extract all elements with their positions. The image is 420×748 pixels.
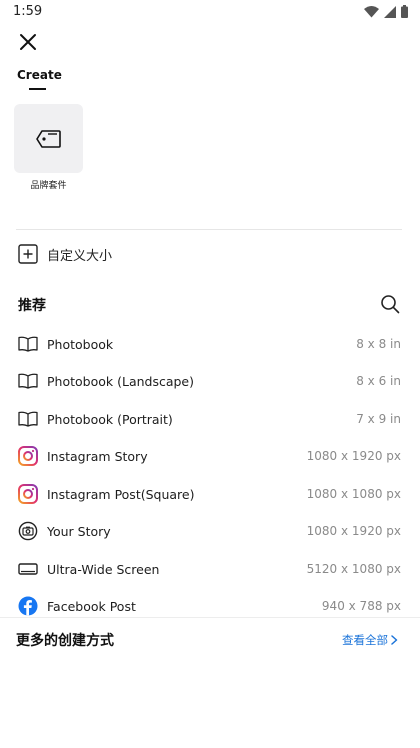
list-item-your-story[interactable]: Your Story 1080 x 1920 px: [0, 513, 420, 550]
item-name: Photobook (Portrait): [47, 412, 173, 427]
item-name: Facebook Post: [47, 599, 136, 614]
custom-size-label: 自定义大小: [47, 248, 113, 264]
list-item-instagram-post[interactable]: Instagram Post(Square) 1080 x 1080 px: [0, 476, 420, 513]
status-time: 1:59: [13, 4, 43, 19]
tab-underline: [29, 88, 46, 90]
close-icon: [20, 34, 36, 50]
divider: [16, 229, 402, 230]
price-tag-icon: [35, 129, 61, 148]
item-size: 8 x 6 in: [356, 374, 401, 388]
book-icon: [18, 334, 38, 354]
signal-icon: [384, 5, 396, 18]
item-name: Photobook: [47, 337, 114, 352]
item-name: Photobook (Landscape): [47, 374, 195, 389]
search-icon: [381, 295, 400, 314]
view-all-label: 查看全部: [342, 633, 388, 647]
instagram-icon: [18, 446, 38, 466]
item-size: 8 x 8 in: [356, 337, 401, 351]
recommended-list[interactable]: Photobook 8 x 8 in Photobook (Landscape)…: [0, 325, 420, 617]
item-name: Your Story: [47, 524, 111, 539]
more-ways-title: 更多的创建方式: [16, 633, 114, 649]
view-all-link[interactable]: 查看全部: [342, 632, 400, 648]
list-item-ultra-wide-screen[interactable]: Ultra-Wide Screen 5120 x 1080 px: [0, 551, 420, 588]
item-name: Instagram Story: [47, 449, 148, 464]
tab-create[interactable]: Create: [17, 68, 62, 82]
chevron-right-icon: [391, 635, 398, 645]
status-bar: 1:59: [0, 0, 420, 24]
list-item-photobook-landscape[interactable]: Photobook (Landscape) 8 x 6 in: [0, 363, 420, 400]
recommended-title: 推荐: [18, 298, 46, 314]
instagram-icon: [18, 484, 38, 504]
item-name: Instagram Post(Square): [47, 487, 195, 502]
book-icon: [18, 371, 38, 391]
item-size: 1080 x 1080 px: [306, 487, 401, 501]
wifi-icon: [364, 5, 379, 17]
brand-kit-card[interactable]: [14, 104, 83, 173]
item-size: 5120 x 1080 px: [306, 562, 401, 576]
list-item-instagram-story[interactable]: Instagram Story 1080 x 1920 px: [0, 438, 420, 475]
book-icon: [18, 409, 38, 429]
item-size: 1080 x 1920 px: [306, 449, 401, 463]
footer-divider: [0, 617, 420, 618]
list-item-photobook-portrait[interactable]: Photobook (Portrait) 7 x 9 in: [0, 401, 420, 438]
battery-icon: [401, 5, 408, 18]
add-box-icon: [18, 244, 38, 264]
custom-size-button[interactable]: 自定义大小: [18, 244, 112, 264]
list-item-photobook[interactable]: Photobook 8 x 8 in: [0, 326, 420, 363]
list-item-facebook-post[interactable]: Facebook Post 940 x 788 px: [0, 588, 420, 617]
search-button[interactable]: [380, 294, 400, 314]
monitor-icon: [18, 559, 38, 579]
facebook-icon: [18, 596, 38, 616]
item-size: 940 x 788 px: [321, 599, 401, 613]
camera-icon: [18, 521, 38, 541]
status-icons: [364, 5, 408, 18]
item-size: 1080 x 1920 px: [306, 524, 401, 538]
item-name: Ultra-Wide Screen: [47, 562, 160, 577]
item-size: 7 x 9 in: [356, 412, 401, 426]
brand-kit-label: 品牌套件: [30, 181, 67, 191]
close-button[interactable]: [16, 30, 40, 54]
